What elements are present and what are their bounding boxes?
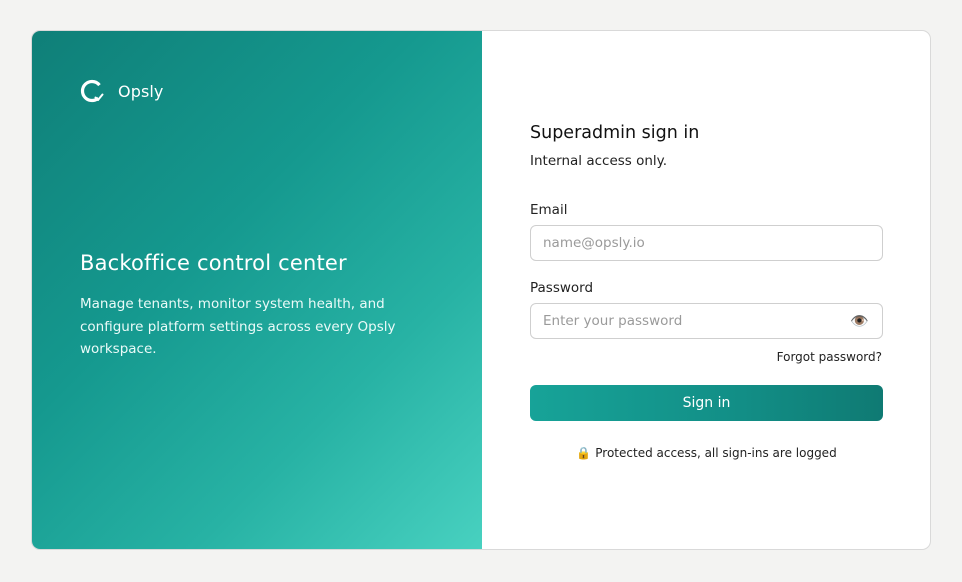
login-card: Opsly Backoffice control center Manage t…: [31, 30, 931, 550]
hero-panel: Opsly Backoffice control center Manage t…: [32, 31, 482, 549]
hero-description: Manage tenants, monitor system health, a…: [80, 296, 396, 357]
brand: Opsly: [80, 79, 164, 104]
lock-icon: 🔒: [576, 446, 592, 460]
email-label: Email: [530, 202, 568, 218]
security-notice: 🔒 Protected access, all sign-ins are logg…: [530, 446, 883, 460]
opsly-logo-icon: [80, 79, 105, 104]
password-label: Password: [530, 280, 594, 296]
security-notice-text: Protected access, all sign-ins are logge…: [595, 446, 837, 460]
password-field[interactable]: [530, 303, 883, 339]
email-field[interactable]: [530, 225, 883, 261]
sign-in-button[interactable]: Sign in: [530, 385, 883, 421]
form-title: Superadmin sign in: [530, 123, 700, 143]
brand-name: Opsly: [118, 82, 164, 101]
form-subtitle: Internal access only.: [530, 153, 668, 169]
eye-icon[interactable]: 👁️: [850, 312, 869, 330]
hero-title: Backoffice control center: [80, 251, 347, 275]
forgot-password-link[interactable]: Forgot password?: [777, 350, 882, 364]
signin-form: Superadmin sign in Internal access only.…: [482, 31, 930, 549]
